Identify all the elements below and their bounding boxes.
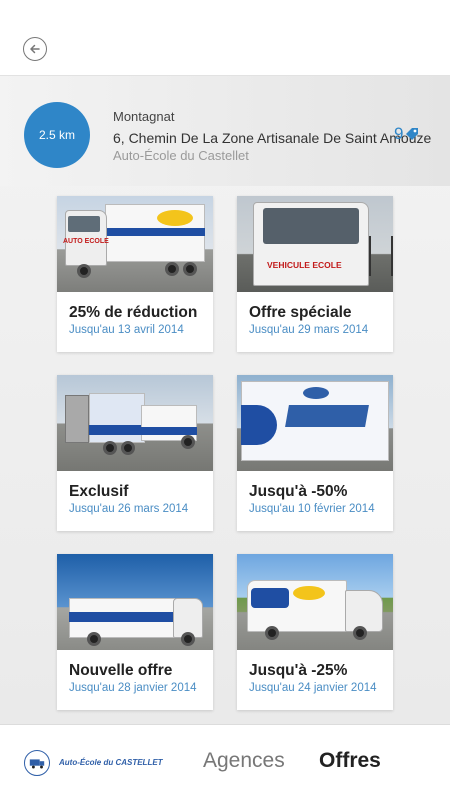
offer-card[interactable]: Jusqu'à -50% Jusqu'au 10 février 2014: [237, 375, 393, 531]
truck-icon: [29, 759, 45, 769]
offer-title: Offre spéciale: [249, 304, 352, 321]
agency-header[interactable]: 2.5 km Montagnat 6, Chemin De La Zone Ar…: [0, 76, 450, 186]
offer-photo: [237, 375, 393, 471]
agency-city: Montagnat: [113, 109, 175, 124]
offer-title: Jusqu'à -50%: [249, 483, 348, 500]
offer-card[interactable]: VEHICULE ECOLE Offre spéciale Jusqu'au 2…: [237, 196, 393, 352]
tab-agences[interactable]: Agences: [203, 749, 285, 773]
distance-badge: 2.5 km: [24, 102, 90, 168]
offer-photo: [57, 554, 213, 650]
truck-sign: VEHICULE ECOLE: [267, 260, 342, 270]
brand-logo-text[interactable]: Auto-École du CASTELLET: [59, 758, 163, 767]
truck-sign: AUTO ECOLE: [63, 238, 109, 245]
offer-count: 9: [394, 124, 404, 143]
offer-card[interactable]: Exclusif Jusqu'au 26 mars 2014: [57, 375, 213, 531]
top-bar: [0, 0, 450, 76]
offer-card[interactable]: AUTO ECOLE 25% de réduction Jusqu'au 13 …: [57, 196, 213, 352]
tab-offres[interactable]: Offres: [319, 749, 381, 773]
tag-icon: [406, 128, 419, 140]
offer-date: Jusqu'au 29 mars 2014: [249, 324, 369, 336]
offer-card[interactable]: Nouvelle offre Jusqu'au 28 janvier 2014: [57, 554, 213, 710]
offer-photo: [57, 375, 213, 471]
offer-date: Jusqu'au 24 janvier 2014: [249, 682, 377, 694]
offer-date: Jusqu'au 10 février 2014: [249, 503, 375, 515]
offer-date: Jusqu'au 13 avril 2014: [69, 324, 184, 336]
offer-photo: AUTO ECOLE: [57, 196, 213, 292]
back-button[interactable]: [23, 37, 47, 61]
bottom-nav: Auto-École du CASTELLET Agences Offres: [0, 724, 450, 800]
offer-title: Exclusif: [69, 483, 129, 500]
offer-date: Jusqu'au 28 janvier 2014: [69, 682, 197, 694]
offer-photo: VEHICULE ECOLE: [237, 196, 393, 292]
offer-count-badge: 9: [394, 124, 420, 144]
offer-date: Jusqu'au 26 mars 2014: [69, 503, 189, 515]
agency-address: 6, Chemin De La Zone Artisanale De Saint…: [113, 130, 432, 146]
brand-logo-icon[interactable]: [24, 750, 50, 776]
offer-title: 25% de réduction: [69, 304, 198, 321]
back-arrow-icon: [30, 44, 40, 54]
offer-title: Jusqu'à -25%: [249, 662, 348, 679]
agency-name: Auto-École du Castellet: [113, 148, 249, 163]
offer-photo: [237, 554, 393, 650]
offer-title: Nouvelle offre: [69, 662, 173, 679]
offer-card[interactable]: Jusqu'à -25% Jusqu'au 24 janvier 2014: [237, 554, 393, 710]
